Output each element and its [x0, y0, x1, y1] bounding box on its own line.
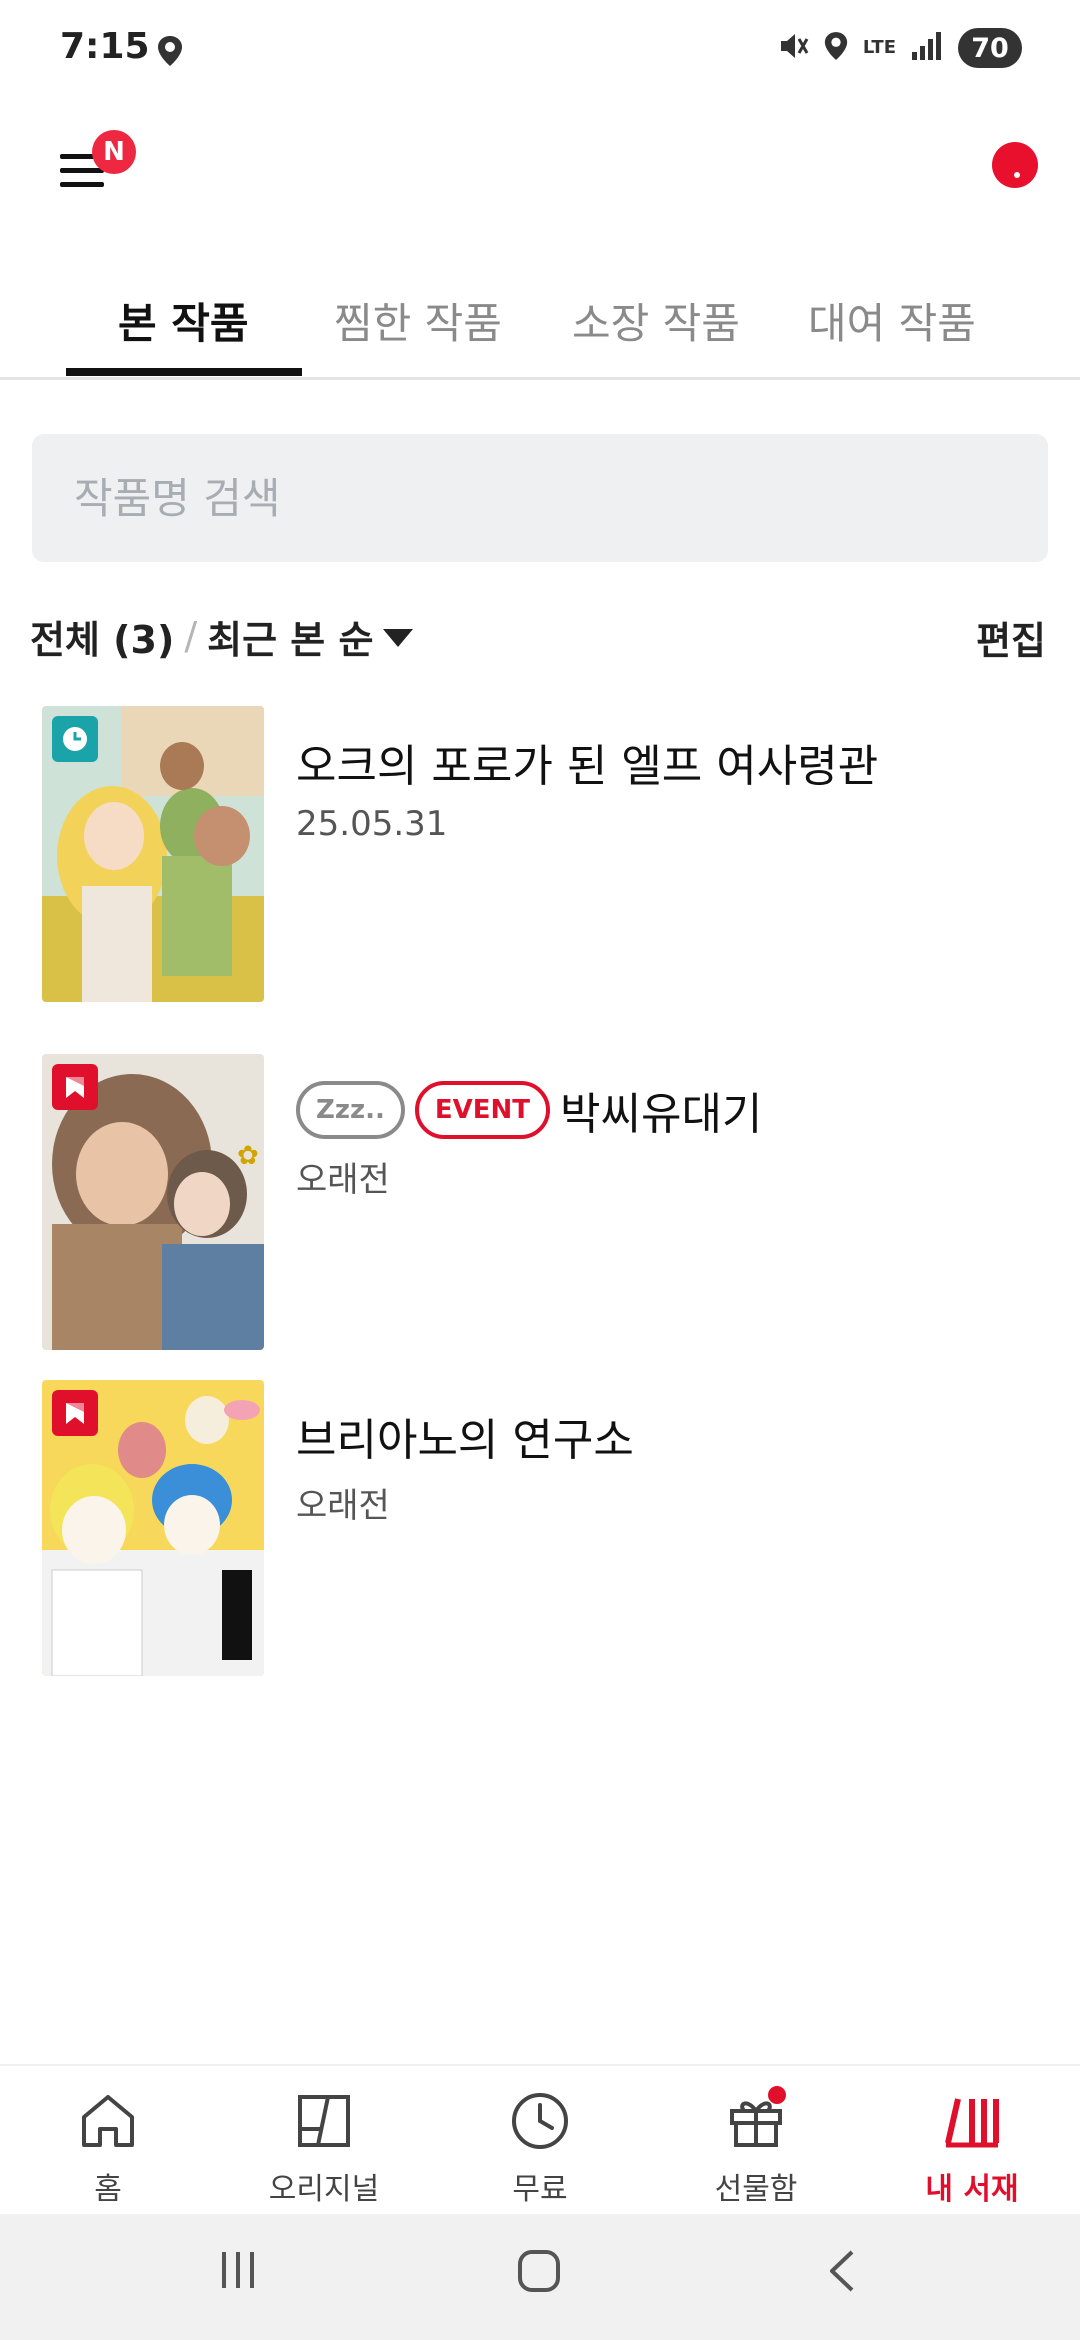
status-bar: 7:15 LTE 70	[0, 0, 1080, 100]
work-title: 오크의 포로가 된 엘프 여사령관	[296, 741, 879, 792]
recent-apps-icon[interactable]	[216, 2248, 260, 2296]
work-thumbnail: ✿	[42, 1054, 264, 1350]
total-count: 전체 (3)	[30, 617, 175, 662]
nav-label: 오리지널	[268, 2172, 380, 2207]
app-header: N	[0, 110, 1080, 230]
search-input[interactable]	[74, 473, 1048, 523]
profile-avatar[interactable]	[992, 142, 1038, 188]
nav-label: 무료	[512, 2172, 568, 2207]
nav-label: 내 서재	[925, 2172, 1019, 2207]
library-tabs: 본 작품 찜한 작품 소장 작품 대여 작품	[0, 270, 1080, 380]
nav-library[interactable]: 내 서재	[892, 2086, 1052, 2208]
svg-text:✿: ✿	[237, 1141, 259, 1171]
system-navigation	[0, 2214, 1080, 2340]
sort-dropdown[interactable]: 최근 본 순	[207, 609, 414, 664]
network-type: LTE	[862, 37, 896, 58]
back-icon[interactable]	[822, 2248, 866, 2298]
filter-separator: /	[184, 614, 198, 658]
caret-down-icon	[383, 629, 414, 647]
last-viewed-date: 오래전	[296, 1160, 390, 1200]
nav-free[interactable]: 무료	[460, 2086, 620, 2208]
original-icon	[244, 2086, 404, 2156]
location-icon-small	[823, 30, 849, 66]
bookmark-icon	[52, 1064, 98, 1110]
waitfree-tag: Zzz..	[296, 1081, 405, 1139]
status-time: 7:15	[60, 26, 150, 67]
last-viewed-date: 25.05.31	[296, 804, 448, 844]
mute-icon	[777, 29, 809, 67]
new-badge: N	[92, 130, 136, 174]
tab-rented[interactable]: 대여 작품	[808, 290, 976, 351]
work-title-row: Zzz.. EVENT 박씨유대기	[296, 1078, 762, 1142]
nav-label: 홈	[94, 2172, 122, 2207]
nav-original[interactable]: 오리지널	[244, 2086, 404, 2208]
home-button-icon[interactable]	[516, 2248, 562, 2298]
home-icon	[28, 2086, 188, 2156]
nav-gift[interactable]: 선물함	[676, 2086, 836, 2208]
tab-wishlist[interactable]: 찜한 작품	[334, 290, 502, 351]
filter-row: 전체 (3) / 최근 본 순 편집	[30, 606, 1050, 666]
gift-icon	[676, 2086, 836, 2156]
notification-dot	[768, 2086, 786, 2104]
work-item[interactable]: 오크의 포로가 된 엘프 여사령관 25.05.31	[42, 706, 1042, 1002]
signal-icon	[910, 30, 944, 66]
clock-icon	[460, 2086, 620, 2156]
status-icons: LTE 70	[777, 28, 1022, 68]
work-thumbnail	[42, 1380, 264, 1676]
tab-active-indicator	[66, 368, 302, 376]
work-item[interactable]: ✿ Zzz.. EVENT 박씨유대기 오래전	[42, 1054, 1042, 1350]
location-icon	[156, 34, 184, 72]
edit-button[interactable]: 편집	[976, 610, 1046, 665]
tab-owned[interactable]: 소장 작품	[572, 290, 740, 351]
event-tag: EVENT	[414, 1081, 551, 1139]
library-icon	[892, 2086, 1052, 2156]
nav-home[interactable]: 홈	[28, 2086, 188, 2208]
search-box	[32, 434, 1048, 562]
bottom-navigation: 홈 오리지널 무료 선물함 내 서재	[0, 2064, 1080, 2214]
work-thumbnail	[42, 706, 264, 1002]
app-root: 7:15 LTE 70 N 본 작품 찜한 작품 소장 작품 대여 작품 작품명…	[0, 0, 1080, 2340]
battery-indicator: 70	[958, 28, 1022, 68]
nav-label: 선물함	[714, 2172, 798, 2207]
work-item[interactable]: 브리아노의 연구소 오래전	[42, 1380, 1042, 1676]
sort-label: 최근 본 순	[207, 617, 374, 662]
tab-viewed[interactable]: 본 작품	[118, 290, 249, 351]
bookmark-icon	[52, 1390, 98, 1436]
last-viewed-date: 오래전	[296, 1486, 390, 1526]
work-title: 박씨유대기	[560, 1089, 763, 1140]
work-title: 브리아노의 연구소	[296, 1415, 634, 1466]
clock-icon	[52, 716, 98, 762]
